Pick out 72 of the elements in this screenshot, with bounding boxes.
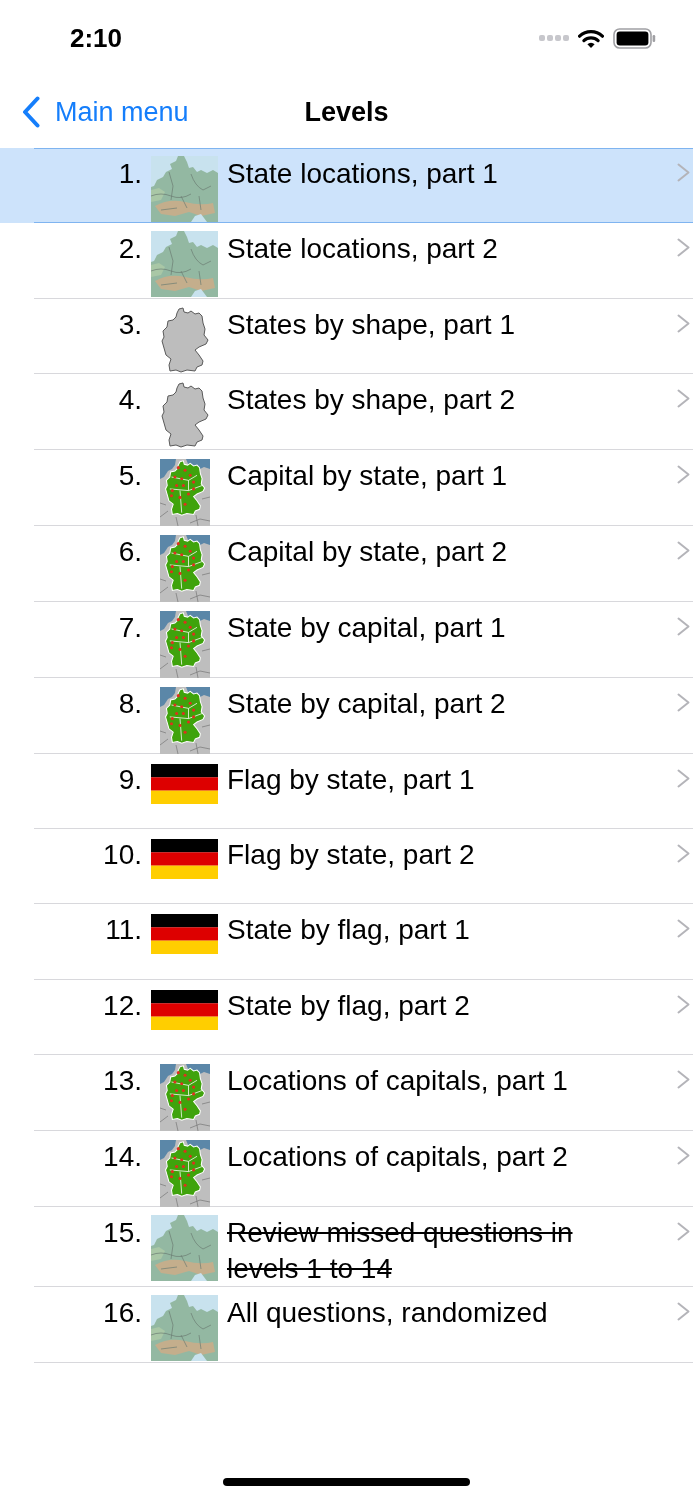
- pinned-map-icon: [159, 1064, 210, 1132]
- level-number: 13.: [102, 1064, 142, 1099]
- level-title: Locations of capitals, part 1: [227, 1064, 568, 1099]
- chevron-left-icon: [22, 96, 40, 128]
- level-number: 6.: [117, 534, 142, 569]
- chevron-right-icon: [677, 540, 690, 560]
- level-title: Flag by state, part 1: [227, 762, 475, 797]
- level-number: 5.: [117, 458, 142, 493]
- pinned-map-icon: [159, 1140, 210, 1208]
- level-number: 4.: [117, 383, 142, 418]
- level-number: 2.: [117, 232, 142, 267]
- level-title: State locations, part 2: [227, 232, 498, 267]
- chevron-right-icon: [677, 1070, 690, 1090]
- back-button[interactable]: Main menu: [0, 95, 189, 129]
- chevron-right-icon: [677, 464, 690, 484]
- flag-icon: [151, 763, 218, 804]
- country-outline-icon: [158, 382, 211, 450]
- level-title: Locations of capitals, part 2: [227, 1140, 568, 1175]
- wifi-icon: [578, 28, 604, 48]
- chevron-right-icon: [677, 1222, 690, 1242]
- chevron-right-icon: [677, 616, 690, 636]
- page-title: Levels: [304, 96, 389, 129]
- pinned-map-icon: [159, 534, 210, 602]
- relief-map-icon: [151, 231, 218, 298]
- level-number: 7.: [117, 610, 142, 645]
- level-title: State by flag, part 1: [227, 913, 470, 948]
- chevron-right-icon: [677, 163, 690, 182]
- chevron-right-icon: [677, 389, 690, 409]
- level-title: State by capital, part 2: [227, 686, 506, 721]
- level-title: States by shape, part 1: [227, 307, 515, 342]
- level-number: 12.: [102, 988, 142, 1023]
- level-row[interactable]: 1. State locations, part 1: [0, 148, 693, 224]
- level-number: 11.: [104, 913, 142, 948]
- relief-map-icon: [151, 1215, 218, 1282]
- pinned-map-icon: [159, 458, 210, 526]
- level-title: Capital by state, part 2: [227, 534, 508, 569]
- level-title: All questions, randomized: [227, 1296, 548, 1331]
- chevron-right-icon: [677, 994, 690, 1014]
- level-title: State by flag, part 2: [227, 988, 470, 1023]
- country-outline-icon: [158, 306, 211, 374]
- level-title: State by capital, part 1: [227, 610, 506, 645]
- level-title: Flag by state, part 2: [227, 837, 475, 872]
- flag-icon: [151, 989, 218, 1030]
- level-number: 14.: [102, 1140, 142, 1175]
- level-title: States by shape, part 2: [227, 383, 515, 418]
- status-time: 2:10: [70, 23, 123, 53]
- pinned-map-icon: [159, 686, 210, 754]
- pinned-map-icon: [159, 610, 210, 678]
- flag-icon: [151, 838, 218, 879]
- chevron-right-icon: [677, 1146, 690, 1166]
- level-title: State locations, part 1: [227, 157, 498, 191]
- chevron-right-icon: [677, 238, 690, 258]
- level-title: Review missed questions in levels 1 to 14: [227, 1216, 574, 1287]
- chevron-right-icon: [677, 1302, 690, 1322]
- level-number: 1.: [117, 157, 142, 191]
- chevron-right-icon: [677, 843, 690, 863]
- level-number: 15.: [102, 1216, 142, 1251]
- level-title: Capital by state, part 1: [227, 458, 508, 493]
- level-number: 3.: [117, 307, 142, 342]
- cellular-signal-icon: [539, 35, 569, 41]
- battery-icon: [613, 27, 656, 49]
- chevron-right-icon: [677, 919, 690, 939]
- flag-icon: [151, 914, 218, 955]
- relief-map-icon: [151, 156, 218, 222]
- chevron-right-icon: [677, 692, 690, 712]
- chevron-right-icon: [677, 768, 690, 788]
- level-number: 16.: [102, 1296, 142, 1331]
- chevron-right-icon: [677, 313, 690, 333]
- level-number: 8.: [117, 686, 142, 721]
- level-number: 9.: [117, 762, 142, 797]
- relief-map-icon: [151, 1295, 218, 1362]
- level-number: 10.: [102, 837, 142, 872]
